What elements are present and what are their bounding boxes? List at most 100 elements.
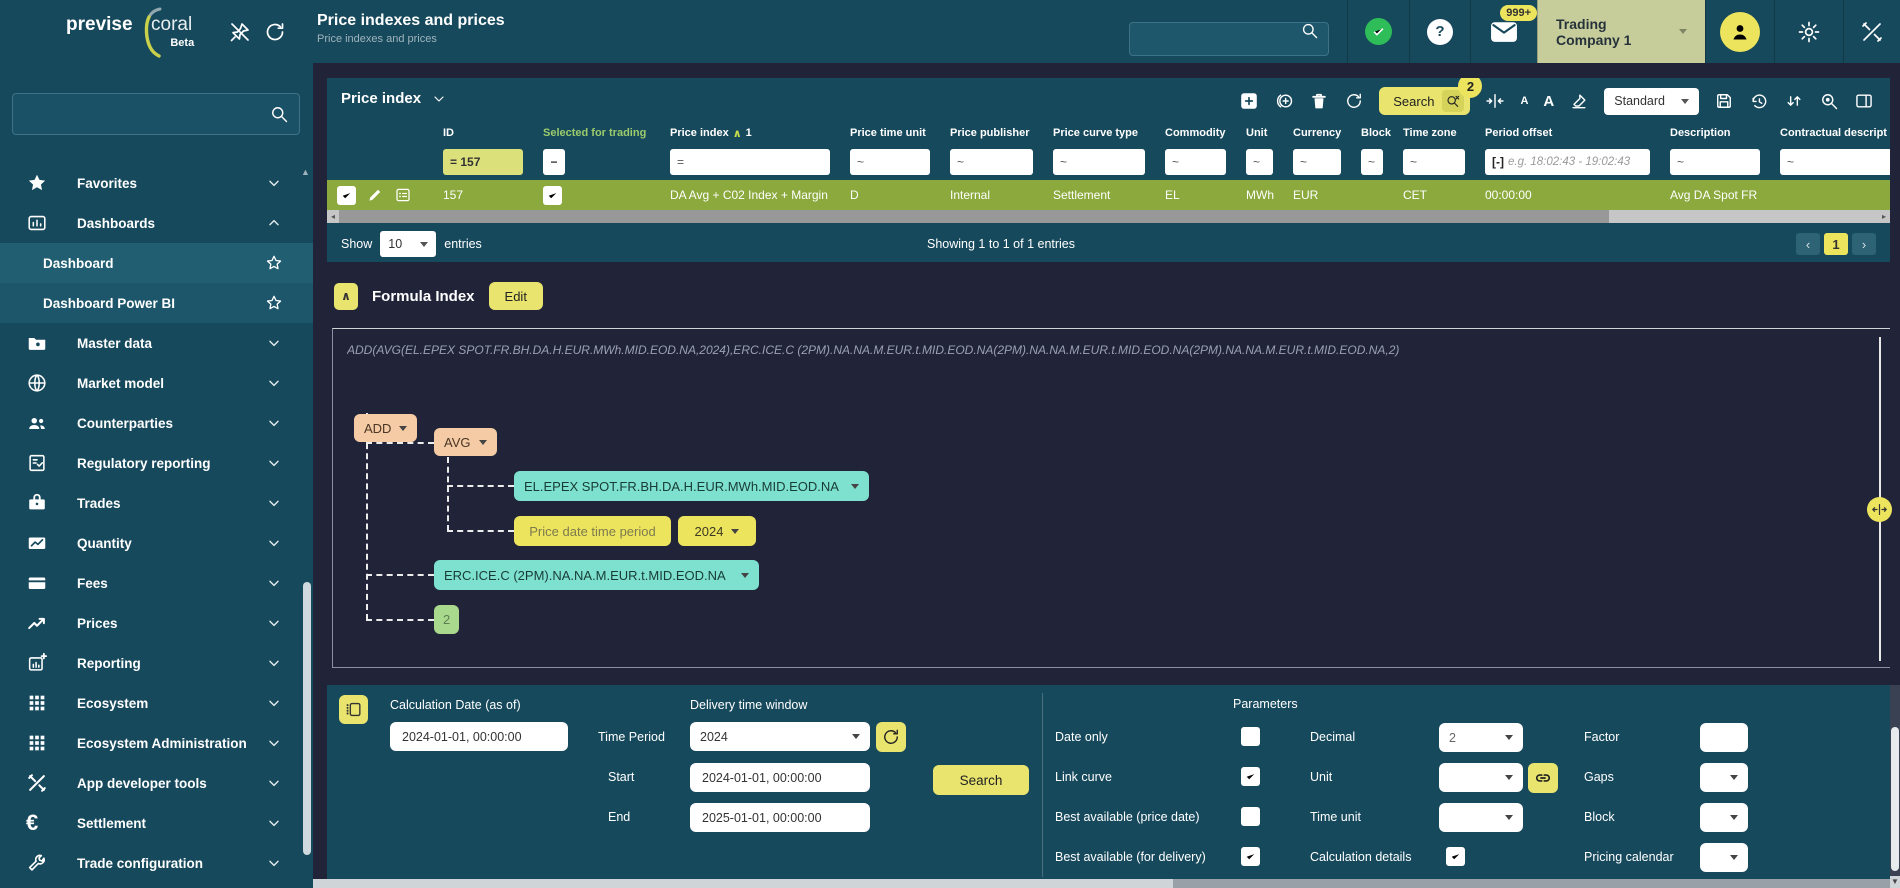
help-button[interactable]: ? xyxy=(1409,0,1470,63)
filter-input-block[interactable]: ~ xyxy=(1361,149,1383,175)
column-header-selected-for-trading[interactable]: Selected for trading xyxy=(533,127,660,139)
admin-tools-button[interactable] xyxy=(1843,0,1900,63)
sidebar-item-fees[interactable]: Fees xyxy=(0,563,313,603)
sidebar-item-trades[interactable]: Trades xyxy=(0,483,313,523)
filter-input-description[interactable]: ~ xyxy=(1670,149,1760,175)
current-page-button[interactable]: 1 xyxy=(1824,233,1848,255)
param-checkbox-best-available-for-delivery[interactable] xyxy=(1241,847,1260,866)
refresh-icon[interactable] xyxy=(1344,91,1364,111)
param-input-factor[interactable] xyxy=(1700,723,1748,752)
sidebar-item-quantity[interactable]: Quantity xyxy=(0,523,313,563)
sidebar-item-dashboard-power-bi[interactable]: Dashboard Power BI xyxy=(0,283,313,323)
fit-columns-icon[interactable] xyxy=(1485,91,1505,111)
param-checkbox-link-curve[interactable] xyxy=(1241,767,1260,786)
sidebar-scroll-up-icon[interactable]: ▲ xyxy=(301,167,310,177)
column-header-period-offset[interactable]: Period offset xyxy=(1475,127,1660,139)
font-decrease-icon[interactable]: A xyxy=(1520,95,1528,107)
sidebar-item-regulatory-reporting[interactable]: Regulatory reporting xyxy=(0,443,313,483)
sidebar-item-reporting[interactable]: Reporting xyxy=(0,643,313,683)
row-select-checkbox[interactable] xyxy=(337,186,356,205)
star-outline-icon[interactable] xyxy=(264,293,284,313)
sidebar-item-dashboards[interactable]: Dashboards xyxy=(0,203,313,243)
param-select-decimal[interactable]: 2 xyxy=(1439,723,1523,752)
filter-input-price-publisher[interactable]: ~ xyxy=(950,149,1033,175)
filter-checkbox-selected-for-trading[interactable]: − xyxy=(543,149,565,175)
filter-input-contractual-descript[interactable]: ~ xyxy=(1780,149,1890,175)
column-header-currency[interactable]: Currency xyxy=(1283,127,1351,139)
formula-node-series[interactable]: ERC.ICE.C (2PM).NA.NA.M.EUR.t.MID.EOD.NA xyxy=(434,560,759,590)
app-logo[interactable]: previse coral Beta xyxy=(66,14,192,36)
sidebar-item-ecosystem[interactable]: Ecosystem xyxy=(0,683,313,723)
scrollbar-thumb[interactable] xyxy=(339,210,1609,223)
sidebar-scrollbar[interactable] xyxy=(303,582,311,855)
card-title[interactable]: Price index xyxy=(341,90,447,107)
settings-button[interactable] xyxy=(1774,0,1843,63)
column-header-price-time-unit[interactable]: Price time unit xyxy=(840,127,940,139)
sidebar-item-market-model[interactable]: Market model xyxy=(0,363,313,403)
column-header-commodity[interactable]: Commodity xyxy=(1155,127,1236,139)
clear-filters-icon[interactable] xyxy=(1569,91,1589,111)
formula-node-param-value[interactable]: 2024 xyxy=(678,516,756,546)
formula-node-series[interactable]: EL.EPEX SPOT.FR.BH.DA.H.EUR.MWh.MID.EOD.… xyxy=(514,471,869,501)
page-horizontal-scrollbar[interactable] xyxy=(313,879,1890,888)
collapse-formula-button[interactable]: ∧ xyxy=(334,283,358,310)
sidebar-item-dashboard[interactable]: Dashboard xyxy=(0,243,313,283)
filter-input-commodity[interactable]: ~ xyxy=(1165,149,1226,175)
column-header-contractual-descript[interactable]: Contractual descript xyxy=(1770,127,1890,139)
scrollbar-thumb[interactable] xyxy=(1891,727,1899,871)
column-header-price-curve-type[interactable]: Price curve type xyxy=(1043,127,1155,139)
end-input[interactable] xyxy=(690,803,870,832)
sidebar-search-input[interactable] xyxy=(13,94,299,134)
param-select-pricing-calendar[interactable] xyxy=(1700,843,1748,872)
param-select-block[interactable] xyxy=(1700,803,1748,832)
prev-page-button[interactable]: ‹ xyxy=(1796,233,1820,255)
search-icon[interactable] xyxy=(269,104,289,124)
global-search-input[interactable] xyxy=(1129,22,1329,56)
sidebar-item-ecosystem-administration[interactable]: Ecosystem Administration xyxy=(0,723,313,763)
formula-node-param-label[interactable]: Price date time period xyxy=(514,516,671,546)
param-checkbox-best-available-price-date[interactable] xyxy=(1241,807,1260,826)
sidebar-item-app-developer-tools[interactable]: App developer tools xyxy=(0,763,313,803)
pencil-icon[interactable] xyxy=(366,186,384,204)
delete-icon[interactable] xyxy=(1309,91,1329,111)
details-icon[interactable] xyxy=(394,186,412,204)
user-menu-button[interactable] xyxy=(1705,0,1774,63)
panel-resize-handle[interactable] xyxy=(1867,497,1892,522)
column-header-unit[interactable]: Unit xyxy=(1236,127,1283,139)
refresh-period-button[interactable] xyxy=(876,722,906,752)
history-icon[interactable] xyxy=(1749,91,1769,111)
column-header-block[interactable]: Block xyxy=(1351,127,1393,139)
unit-link-button[interactable] xyxy=(1528,763,1558,793)
column-header-time-zone[interactable]: Time zone xyxy=(1393,127,1475,139)
table-row[interactable]: 157DA Avg + C02 Index + MarginDInternalS… xyxy=(327,180,1890,210)
sidebar-item-settlement[interactable]: €Settlement xyxy=(0,803,313,843)
table-horizontal-scrollbar[interactable]: ◂ ▸ xyxy=(327,210,1890,223)
page-vertical-scrollbar[interactable]: ▼ xyxy=(1890,685,1900,888)
calc-date-input[interactable] xyxy=(390,722,568,751)
scroll-right-icon[interactable]: ▸ xyxy=(1878,212,1890,221)
sidebar-item-prices[interactable]: Prices xyxy=(0,603,313,643)
company-select[interactable]: Trading Company 1 xyxy=(1537,0,1705,63)
filter-input-id[interactable]: = 157 xyxy=(443,149,523,175)
scrollbar-thumb[interactable] xyxy=(313,879,1173,888)
formula-node-constant[interactable]: 2 xyxy=(434,605,459,634)
search-icon[interactable] xyxy=(1300,21,1319,40)
column-header-id[interactable]: ID xyxy=(433,127,533,139)
sidebar-item-favorites[interactable]: Favorites xyxy=(0,163,313,203)
duplicate-icon[interactable] xyxy=(1274,91,1294,111)
refresh-app-icon[interactable] xyxy=(263,20,287,44)
layout-columns-icon[interactable] xyxy=(1854,91,1874,111)
filter-input-currency[interactable]: ~ xyxy=(1293,149,1341,175)
add-icon[interactable] xyxy=(1239,91,1259,111)
scroll-left-icon[interactable]: ◂ xyxy=(327,212,339,221)
filter-input-price-curve-type[interactable]: ~ xyxy=(1053,149,1145,175)
save-view-icon[interactable] xyxy=(1714,91,1734,111)
panel-toggle-button[interactable] xyxy=(339,695,368,724)
formula-node-operator[interactable]: ADD xyxy=(354,414,417,442)
filter-input-period-offset[interactable]: [-]e.g. 18:02:43 - 19:02:43 xyxy=(1485,149,1650,175)
selected-for-trading-checkbox[interactable] xyxy=(543,186,562,205)
star-outline-icon[interactable] xyxy=(264,253,284,273)
unpin-menu-icon[interactable] xyxy=(228,20,252,44)
view-preset-select[interactable]: Standard xyxy=(1604,88,1699,115)
page-size-select[interactable]: 10 xyxy=(380,231,436,257)
